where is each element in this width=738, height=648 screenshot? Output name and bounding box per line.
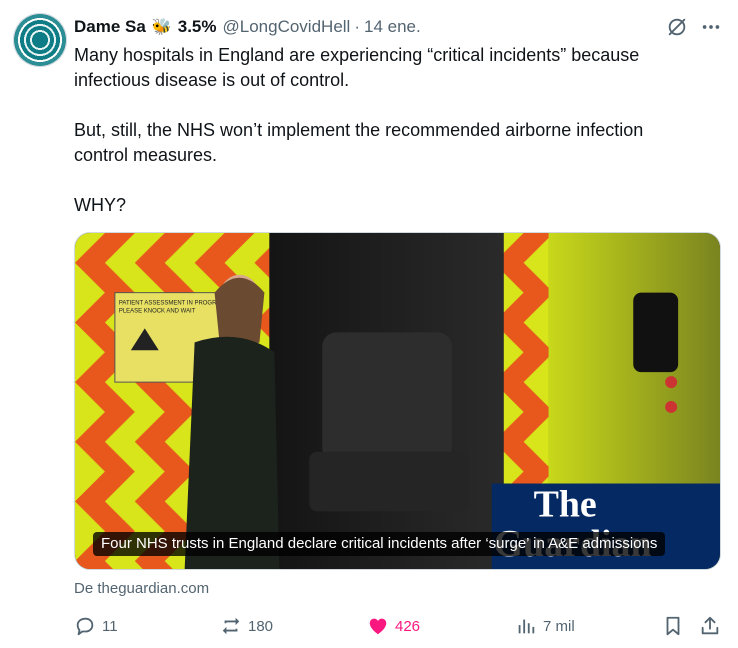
- tweet-text: Many hospitals in England are experienci…: [74, 43, 694, 218]
- card-source[interactable]: De theguardian.com: [74, 580, 209, 597]
- heart-icon: [369, 618, 387, 635]
- tweet-date[interactable]: 14 ene.: [364, 17, 421, 37]
- bookmark-button[interactable]: [662, 612, 690, 640]
- more-icon[interactable]: [700, 16, 722, 38]
- reply-button[interactable]: 11: [74, 612, 118, 640]
- tweet-paragraph: But, still, the NHS won’t implement the …: [74, 120, 644, 165]
- like-button[interactable]: 426: [367, 612, 420, 640]
- action-bar: 11 180 426 7 mil: [74, 612, 724, 640]
- avatar[interactable]: [13, 13, 67, 67]
- bookmark-icon: [666, 616, 680, 636]
- share-button[interactable]: [699, 612, 727, 640]
- share-icon: [701, 616, 719, 635]
- sign-text: PATIENT ASSESSMENT IN PROGRESS: [119, 301, 229, 307]
- reply-count: 11: [102, 617, 118, 635]
- display-name[interactable]: Dame Sa: [74, 17, 146, 37]
- views-count: 7 mil: [543, 617, 575, 635]
- views-button[interactable]: 7 mil: [515, 612, 575, 640]
- tweet-paragraph: Many hospitals in England are experienci…: [74, 45, 640, 90]
- separator-dot: ·: [354, 17, 360, 36]
- guardian-logo-text: The: [534, 483, 597, 525]
- tweet-paragraph: WHY?: [74, 195, 127, 215]
- sign-text: PLEASE KNOCK AND WAIT: [119, 309, 196, 315]
- user-handle[interactable]: @LongCovidHell: [223, 17, 351, 37]
- repost-button[interactable]: 180: [220, 612, 273, 640]
- name-suffix: 3.5%: [177, 17, 217, 36]
- tweet-header: Dame Sa 🐝 3.5% @LongCovidHell · 14 ene.: [74, 16, 421, 38]
- like-count: 426: [395, 617, 421, 635]
- link-card[interactable]: PATIENT ASSESSMENT IN PROGRESS PLEASE KN…: [74, 232, 721, 570]
- repost-icon: [222, 617, 240, 635]
- reply-icon: [76, 617, 94, 636]
- card-caption: Four NHS trusts in England declare criti…: [93, 532, 666, 556]
- views-icon: [518, 619, 535, 634]
- grok-icon[interactable]: [666, 16, 688, 38]
- article-photo: PATIENT ASSESSMENT IN PROGRESS PLEASE KN…: [75, 233, 720, 569]
- repost-count: 180: [248, 617, 274, 635]
- bee-emoji-icon: 🐝: [151, 19, 172, 36]
